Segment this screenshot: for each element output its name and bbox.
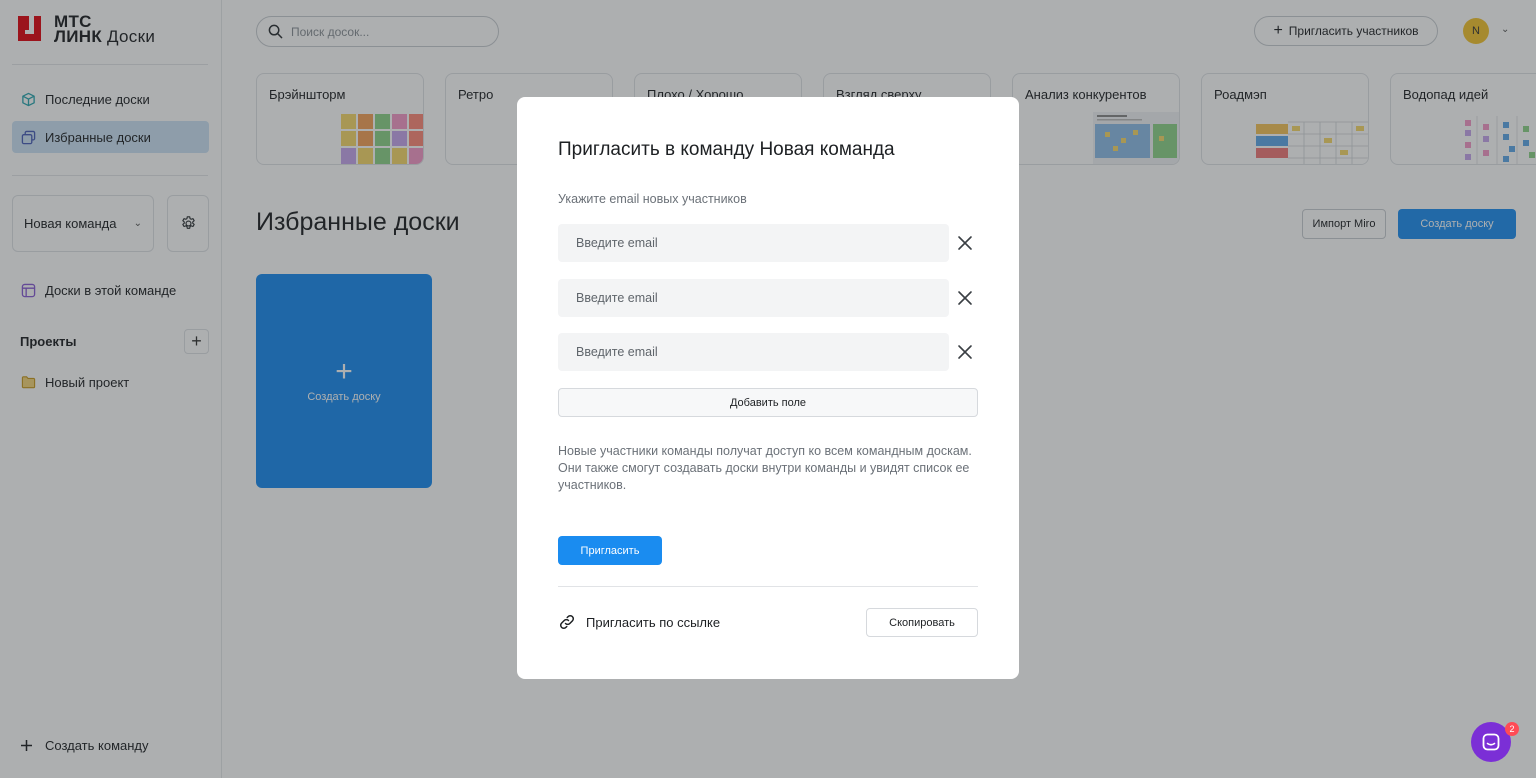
email-row bbox=[558, 279, 978, 317]
modal-subtitle: Укажите email новых участников bbox=[558, 192, 747, 206]
chat-badge: 2 bbox=[1505, 722, 1519, 736]
close-icon[interactable] bbox=[957, 290, 973, 306]
invite-by-link-label: Пригласить по ссылке bbox=[586, 614, 721, 630]
email-row bbox=[558, 224, 978, 262]
chat-icon bbox=[1482, 733, 1500, 751]
copy-link-button[interactable]: Скопировать bbox=[866, 608, 978, 637]
close-icon[interactable] bbox=[957, 235, 973, 251]
modal-title: Пригласить в команду Новая команда bbox=[558, 139, 895, 160]
invite-button[interactable]: Пригласить bbox=[558, 536, 662, 565]
modal-divider bbox=[558, 586, 978, 587]
modal-info: Новые участники команды получат доступ к… bbox=[558, 443, 983, 494]
invite-modal: Пригласить в команду Новая команда Укажи… bbox=[517, 97, 1019, 679]
email-row bbox=[558, 333, 978, 371]
email-field[interactable] bbox=[558, 279, 949, 317]
modal-info-line2: Они также смогут создавать доски внутри … bbox=[558, 461, 970, 492]
close-icon[interactable] bbox=[957, 344, 973, 360]
add-field-button[interactable]: Добавить поле bbox=[558, 388, 978, 417]
link-icon bbox=[559, 614, 575, 630]
email-field[interactable] bbox=[558, 333, 949, 371]
email-field[interactable] bbox=[558, 224, 949, 262]
modal-info-line1: Новые участники команды получат доступ к… bbox=[558, 444, 972, 458]
invite-by-link: Пригласить по ссылке bbox=[558, 613, 720, 631]
